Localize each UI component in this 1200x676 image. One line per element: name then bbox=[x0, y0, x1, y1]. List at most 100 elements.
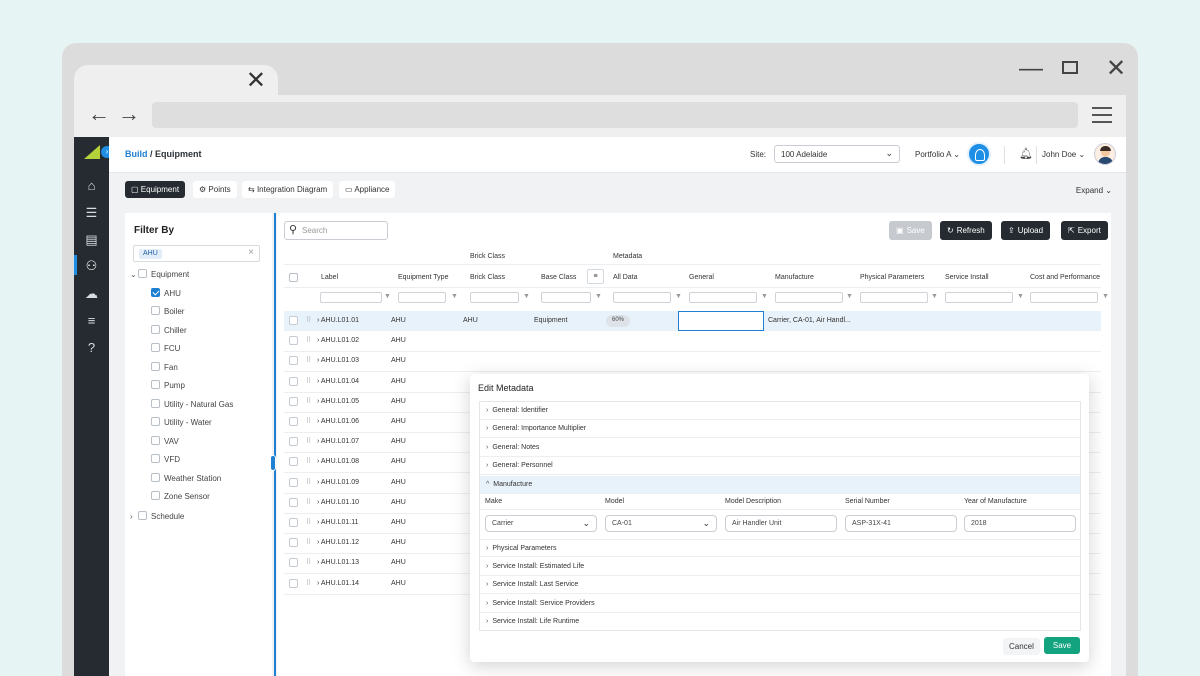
filter-input-physical-parameters[interactable] bbox=[860, 292, 928, 303]
col-base-class[interactable]: Base Class bbox=[541, 274, 576, 281]
browser-tab[interactable]: ✕ bbox=[74, 65, 278, 97]
filter-icon[interactable]: ▼ bbox=[675, 293, 682, 300]
checkbox[interactable] bbox=[138, 269, 147, 279]
list-icon[interactable]: ☰ bbox=[83, 204, 100, 221]
accordion-item[interactable]: › Physical Parameters bbox=[480, 539, 1080, 557]
sliders-icon[interactable]: ≡ bbox=[83, 312, 100, 329]
drag-handle-icon[interactable]: ⠿ bbox=[306, 397, 311, 405]
chevron-down-icon[interactable]: ⌄ bbox=[130, 269, 138, 281]
col-service-install[interactable]: Service Install bbox=[945, 274, 989, 281]
drag-handle-icon[interactable]: ⠿ bbox=[306, 579, 311, 587]
row-label[interactable]: › AHU.L01.07 bbox=[317, 438, 359, 445]
filter-input-equipment-type[interactable] bbox=[398, 292, 446, 303]
close-window-icon[interactable]: ✕ bbox=[1106, 57, 1126, 81]
filter-input-general[interactable] bbox=[689, 292, 757, 303]
filter-icon[interactable]: ▼ bbox=[761, 293, 768, 300]
chevron-right-icon[interactable]: › bbox=[130, 511, 138, 523]
row-label[interactable]: › AHU.L01.12 bbox=[317, 539, 359, 546]
forward-arrow-icon[interactable]: → bbox=[118, 101, 140, 127]
filter-input-service-install[interactable] bbox=[945, 292, 1013, 303]
tab-equipment[interactable]: ▢ Equipment bbox=[125, 181, 186, 198]
tree-item[interactable]: Utility - Water bbox=[151, 417, 212, 429]
filter-icon[interactable]: ▼ bbox=[523, 293, 530, 300]
row-checkbox[interactable] bbox=[289, 457, 298, 467]
row-label[interactable]: › AHU.L01.08 bbox=[317, 458, 359, 465]
col-physical-parameters[interactable]: Physical Parameters bbox=[860, 274, 924, 281]
checkbox[interactable] bbox=[151, 417, 160, 427]
drag-handle-icon[interactable]: ⠿ bbox=[306, 316, 311, 324]
tab-integration-diagram[interactable]: ⇆ Integration Diagram bbox=[242, 181, 334, 198]
accordion-item[interactable]: › General: Notes bbox=[480, 439, 1080, 457]
resize-handle[interactable] bbox=[270, 455, 276, 471]
tree-item[interactable]: Zone Sensor bbox=[151, 491, 210, 503]
checkbox[interactable] bbox=[151, 491, 160, 501]
tree-item[interactable]: Chiller bbox=[151, 325, 187, 337]
tree-item[interactable]: Fan bbox=[151, 362, 178, 374]
row-label[interactable]: › AHU.L01.14 bbox=[317, 580, 359, 587]
user-menu[interactable]: John Doe ⌄ bbox=[1042, 150, 1085, 159]
filter-icon[interactable]: ▼ bbox=[1017, 293, 1024, 300]
filter-input-all-data[interactable] bbox=[613, 292, 671, 303]
maximize-icon[interactable] bbox=[1062, 61, 1078, 74]
row-label[interactable]: › AHU.L01.05 bbox=[317, 398, 359, 405]
refresh-button[interactable]: ↻ Refresh bbox=[940, 221, 992, 240]
row-checkbox[interactable] bbox=[289, 497, 298, 507]
tab-points[interactable]: ⚙ Points bbox=[193, 181, 237, 198]
year-of-manufacture-input[interactable]: 2018 bbox=[964, 515, 1076, 532]
filter-input-cost-and-performance[interactable] bbox=[1030, 292, 1098, 303]
accordion-item[interactable]: › General: Identifier bbox=[480, 402, 1080, 420]
drag-handle-icon[interactable]: ⠿ bbox=[306, 437, 311, 445]
tree-item[interactable]: Utility - Natural Gas bbox=[151, 399, 233, 411]
drag-handle-icon[interactable]: ⠿ bbox=[306, 417, 311, 425]
filter-icon[interactable]: ▼ bbox=[846, 293, 853, 300]
select-all-checkbox[interactable] bbox=[289, 273, 298, 282]
row-checkbox[interactable] bbox=[289, 518, 298, 527]
checkbox[interactable] bbox=[151, 399, 160, 409]
panel-resizer[interactable] bbox=[274, 213, 276, 676]
cloud-sync-icon[interactable]: ☁ bbox=[83, 285, 100, 302]
layout-icon[interactable]: ▤ bbox=[83, 231, 100, 248]
table-row[interactable]: ⠿ › AHU.L01.02 AHU bbox=[284, 331, 1101, 351]
col-label[interactable]: Label bbox=[321, 274, 338, 281]
export-button[interactable]: ⇱ Export bbox=[1061, 221, 1108, 240]
build-icon[interactable]: ⚇ bbox=[83, 257, 100, 274]
portfolio-avatar[interactable] bbox=[967, 142, 991, 166]
bell-icon[interactable]: 🔔︎ bbox=[1019, 147, 1033, 160]
filter-input-manufacture[interactable] bbox=[775, 292, 843, 303]
close-tab-icon[interactable]: ✕ bbox=[246, 69, 266, 93]
filter-icon[interactable]: ▼ bbox=[1102, 293, 1109, 300]
drag-handle-icon[interactable]: ⠿ bbox=[306, 498, 311, 506]
general-cell-editor[interactable] bbox=[678, 311, 764, 331]
accordion-item[interactable]: › General: Personnel bbox=[480, 457, 1080, 475]
drag-handle-icon[interactable]: ⠿ bbox=[306, 558, 311, 566]
filter-icon[interactable]: ▼ bbox=[384, 293, 391, 300]
row-label[interactable]: › AHU.L01.04 bbox=[317, 378, 359, 385]
minimize-icon[interactable]: — bbox=[1019, 57, 1043, 81]
col-equipment-type[interactable]: Equipment Type bbox=[398, 274, 448, 281]
col-manufacture[interactable]: Manufacture bbox=[775, 274, 814, 281]
row-checkbox[interactable] bbox=[289, 558, 298, 568]
accordion-item[interactable]: › Service Install: Service Providers bbox=[480, 595, 1080, 613]
tree-item-equipment[interactable]: ⌄ Equipment bbox=[130, 269, 189, 281]
row-checkbox[interactable] bbox=[289, 336, 298, 346]
checkbox[interactable] bbox=[151, 473, 160, 483]
filter-icon[interactable]: ▼ bbox=[451, 293, 458, 300]
tree-item[interactable]: VAV bbox=[151, 436, 179, 448]
checkbox[interactable] bbox=[151, 380, 160, 390]
tree-item[interactable]: VFD bbox=[151, 454, 180, 466]
tree-item[interactable]: Boiler bbox=[151, 306, 184, 318]
drag-handle-icon[interactable]: ⠿ bbox=[306, 457, 311, 465]
filter-input-base-class[interactable] bbox=[541, 292, 591, 303]
accordion-item[interactable]: › Service Install: Estimated Life bbox=[480, 558, 1080, 576]
col-cost-and-performance[interactable]: Cost and Performance bbox=[1030, 274, 1100, 281]
column-menu-icon[interactable]: ≡ bbox=[587, 269, 604, 284]
table-row[interactable]: ⠿ › AHU.L01.03 AHU bbox=[284, 351, 1101, 371]
drag-handle-icon[interactable]: ⠿ bbox=[306, 377, 311, 385]
checkbox[interactable] bbox=[151, 306, 160, 316]
filter-icon[interactable]: ▼ bbox=[931, 293, 938, 300]
col-all-data[interactable]: All Data bbox=[613, 274, 638, 281]
model-select[interactable]: CA-01 ⌄ bbox=[605, 515, 717, 532]
clear-icon[interactable]: × bbox=[248, 247, 254, 258]
expand-button[interactable]: Expand ⌄ bbox=[1076, 186, 1112, 195]
accordion-item-manufacture[interactable]: ^ Manufacture bbox=[480, 476, 1080, 494]
